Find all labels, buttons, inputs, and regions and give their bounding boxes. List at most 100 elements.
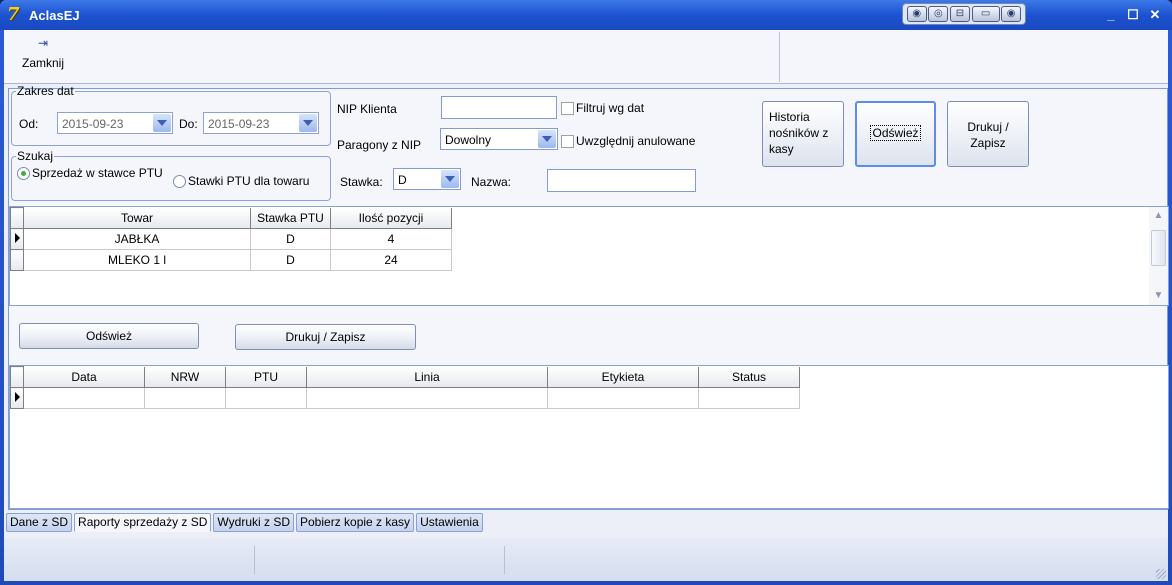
table-row[interactable] — [10, 387, 800, 409]
col-header-etykieta[interactable]: Etykieta — [547, 366, 699, 388]
scroll-up-icon[interactable]: ▲ — [1151, 209, 1166, 223]
radio-sales-by-rate[interactable]: Sprzedaż w stawce PTU — [17, 166, 167, 181]
tab-raporty-sprzedazy[interactable]: Raporty sprzedaży z SD — [74, 513, 212, 532]
name-input[interactable] — [547, 169, 696, 192]
exit-door-icon: ⇥ — [37, 36, 49, 50]
col-header-linia[interactable]: Linia — [306, 366, 548, 388]
toolbar-section-main — [10, 32, 780, 82]
radio-rates-for-product[interactable]: Stawki PTU dla towaru — [173, 174, 309, 188]
row-header — [10, 249, 24, 271]
client-area: ⇥ Zamknij Zakres dat Od: 2015-09-23 Do: … — [4, 30, 1169, 581]
history-button[interactable]: Historia nośników z kasy — [762, 101, 844, 167]
scroll-down-icon[interactable]: ▼ — [1151, 289, 1166, 303]
window-title: AclasEJ — [29, 8, 80, 23]
details-header-row: Data NRW PTU Linia Etykieta Status — [10, 366, 800, 388]
date-from-label: Od: — [19, 117, 39, 131]
date-from-value: 2015-09-23 — [62, 117, 124, 131]
cell-count[interactable]: 4 — [330, 228, 452, 250]
app-window: 7 AclasEJ ◉ ◎ ⊟ ▭ ◉ _ ☐ ✕ ⇥ Zamknij Zakr… — [0, 0, 1172, 585]
tab-wydruki-z-sd[interactable]: Wydruki z SD — [213, 513, 294, 532]
status-separator — [504, 546, 505, 574]
date-from-picker[interactable]: 2015-09-23 — [57, 112, 173, 134]
status-separator — [254, 546, 255, 574]
refresh-top-label: Odśwież — [870, 125, 921, 141]
cell-product[interactable]: MLEKO 1 l — [23, 249, 251, 271]
table-row[interactable]: JABŁKA D 4 — [10, 228, 452, 250]
sales-reports-panel: Zakres dat Od: 2015-09-23 Do: 2015-09-23… — [8, 84, 1169, 510]
chevron-down-icon[interactable] — [299, 114, 317, 132]
date-range-legend: Zakres dat — [17, 84, 74, 98]
cell-data[interactable] — [23, 387, 145, 409]
print-save-top-label: Drukuj / Zapisz — [967, 120, 1009, 150]
col-header-towar[interactable]: Towar — [23, 207, 251, 229]
include-cancelled-label: Uwzględnij anulowane — [576, 134, 696, 148]
col-header-status[interactable]: Status — [698, 366, 800, 388]
col-header-ilosc[interactable]: Ilość pozycji — [330, 207, 452, 229]
products-scrollbar[interactable]: ▲ ▼ — [1149, 207, 1168, 305]
zamknij-label: Zamknij — [21, 56, 64, 70]
tool-eye-icon[interactable]: ◎ — [928, 6, 949, 22]
scroll-thumb[interactable] — [1151, 230, 1166, 266]
current-row-indicator — [10, 228, 24, 250]
toolbar-section-empty — [780, 32, 1168, 82]
current-row-indicator — [10, 387, 24, 409]
search-legend: Szukaj — [17, 149, 54, 163]
zamknij-button[interactable]: ⇥ Zamknij — [16, 36, 70, 76]
refresh-button[interactable]: Odśwież — [19, 323, 199, 349]
include-cancelled-checkbox[interactable]: Uwzględnij anulowane — [561, 134, 695, 148]
cell-count[interactable]: 24 — [330, 249, 452, 271]
cell-rate[interactable]: D — [250, 228, 331, 250]
filter-by-date-checkbox[interactable]: Filtruj wg dat — [561, 101, 644, 115]
date-to-label: Do: — [179, 117, 198, 131]
receipts-nip-label: Paragony z NIP — [337, 138, 422, 152]
print-save-top-button[interactable]: Drukuj / Zapisz — [947, 101, 1029, 167]
app-icon: 7 — [7, 4, 20, 25]
col-header-ptu[interactable]: PTU — [225, 366, 307, 388]
receipts-nip-select[interactable]: Dowolny — [440, 128, 558, 150]
col-header-stawka[interactable]: Stawka PTU — [250, 207, 331, 229]
chevron-down-icon[interactable] — [441, 170, 459, 188]
bottom-tabs: Dane z SD Raporty sprzedaży z SD Wydruki… — [6, 513, 485, 533]
cell-linia[interactable] — [306, 387, 548, 409]
tool-window-icon[interactable]: ⊟ — [949, 6, 970, 22]
minimize-button[interactable]: _ — [1102, 6, 1120, 24]
table-row[interactable]: MLEKO 1 l D 24 — [10, 249, 452, 271]
cell-status[interactable] — [698, 387, 800, 409]
close-window-button[interactable]: ✕ — [1146, 6, 1164, 24]
radio-dot — [173, 175, 186, 188]
resize-grip-icon[interactable] — [1156, 569, 1166, 579]
rate-select[interactable]: D — [393, 168, 461, 190]
cell-nrw[interactable] — [144, 387, 226, 409]
title-bar[interactable]: 7 AclasEJ ◉ ◎ ⊟ ▭ ◉ _ ☐ ✕ — [0, 0, 1172, 30]
refresh-top-button[interactable]: Odśwież — [855, 101, 936, 167]
tab-dane-z-sd[interactable]: Dane z SD — [6, 513, 73, 532]
print-save-button[interactable]: Drukuj / Zapisz — [235, 324, 416, 350]
tab-pobierz-kopie[interactable]: Pobierz kopie z kasy — [296, 513, 415, 532]
radio-sales-by-rate-label: Sprzedaż w stawce PTU — [32, 166, 163, 180]
tool-rectangle-icon[interactable]: ▭ — [971, 6, 1000, 22]
nip-input[interactable] — [441, 96, 557, 119]
chevron-down-icon[interactable] — [538, 130, 556, 148]
cell-product[interactable]: JABŁKA — [23, 228, 251, 250]
tab-ustawienia[interactable]: Ustawienia — [416, 513, 483, 532]
date-to-value: 2015-09-23 — [208, 117, 270, 131]
chevron-down-icon[interactable] — [153, 114, 171, 132]
date-to-picker[interactable]: 2015-09-23 — [203, 112, 319, 134]
products-header-row: Towar Stawka PTU Ilość pozycji — [10, 207, 452, 229]
details-grid: Data NRW PTU Linia Etykieta Status — [9, 365, 1169, 509]
col-header-nrw[interactable]: NRW — [144, 366, 226, 388]
checkbox-box — [561, 134, 574, 148]
cell-ptu[interactable] — [225, 387, 307, 409]
tool-record2-icon[interactable]: ◉ — [1001, 6, 1022, 22]
filter-by-date-label: Filtruj wg dat — [576, 101, 645, 115]
status-bar — [4, 538, 1168, 581]
details-table: Data NRW PTU Linia Etykieta Status — [10, 366, 800, 409]
col-header-data[interactable]: Data — [23, 366, 145, 388]
products-table: Towar Stawka PTU Ilość pozycji JABŁKA D … — [10, 207, 452, 271]
cell-etykieta[interactable] — [547, 387, 699, 409]
tool-record-icon[interactable]: ◉ — [906, 6, 927, 22]
cell-rate[interactable]: D — [250, 249, 331, 271]
nip-label: NIP Klienta — [337, 102, 397, 116]
title-toolbar: ◉ ◎ ⊟ ▭ ◉ — [902, 3, 1026, 25]
maximize-button[interactable]: ☐ — [1124, 6, 1142, 24]
